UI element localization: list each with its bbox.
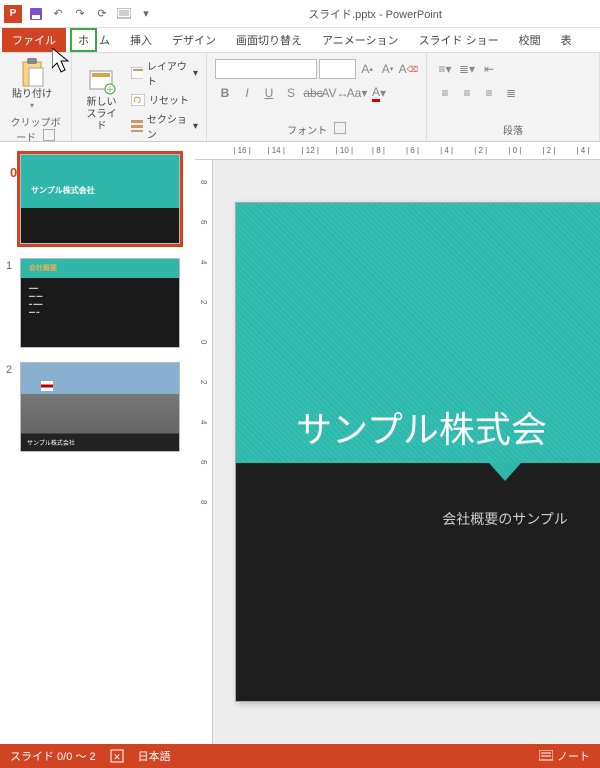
reset-button[interactable]: リセット xyxy=(129,91,200,108)
layout-button[interactable]: レイアウト▾ xyxy=(129,57,200,89)
save-icon[interactable] xyxy=(28,6,44,22)
tab-insert[interactable]: 挿入 xyxy=(120,28,162,52)
main-area: 0 サンプル株式会社 1 会社概要 ━━━━━ ━━━ ━━━━━ ━ 2 サン… xyxy=(0,142,600,744)
bullets-button[interactable]: ≡▾ xyxy=(435,59,455,79)
align-center-button[interactable]: ≡ xyxy=(457,83,477,103)
paste-button[interactable]: 貼り付け ▾ xyxy=(6,57,58,112)
powerpoint-icon: P xyxy=(4,5,22,23)
paste-icon xyxy=(18,59,46,87)
char-spacing-button[interactable]: AV↔ xyxy=(325,83,345,103)
notes-button[interactable]: ノート xyxy=(539,748,590,764)
thumb1-title: サンプル株式会社 xyxy=(31,185,95,196)
slide-subtitle[interactable]: 会社概要のサンプル xyxy=(236,509,600,529)
group-paragraph: ≡▾ ≣▾ ⇤ ≡ ≡ ≡ ≣ 段落 xyxy=(427,53,600,141)
tab-home-highlighted[interactable]: ホ xyxy=(70,28,97,52)
group-clipboard: 貼り付け ▾ クリップボード xyxy=(0,53,72,141)
tab-review[interactable]: 校閲 xyxy=(509,28,551,52)
thumbnail-1[interactable]: サンプル株式会社 xyxy=(6,154,189,244)
spellcheck-icon[interactable]: ✕ xyxy=(110,749,124,763)
tab-animations[interactable]: アニメーション xyxy=(312,28,409,52)
bold-button[interactable]: B xyxy=(215,83,235,103)
numbering-button[interactable]: ≣▾ xyxy=(457,59,477,79)
slide-title[interactable]: サンプル株式会 xyxy=(296,401,600,453)
undo-icon[interactable]: ↶ xyxy=(50,6,66,22)
font-color-button[interactable]: A▾ xyxy=(369,83,389,103)
tab-design[interactable]: デザイン xyxy=(162,28,226,52)
redo-icon[interactable]: ↷ xyxy=(72,6,88,22)
section-button[interactable]: セクション▾ xyxy=(129,110,200,142)
repeat-icon[interactable]: ⟳ xyxy=(94,6,110,22)
ribbon-tabs: ファイル ホ ム 挿入 デザイン 画面切り替え アニメーション スライド ショー… xyxy=(0,28,600,52)
font-group-label: フォント xyxy=(287,126,327,137)
window-title: スライド.pptx - PowerPoint xyxy=(154,6,596,22)
align-right-button[interactable]: ≡ xyxy=(479,83,499,103)
tab-file[interactable]: ファイル xyxy=(2,28,66,52)
layout-icon xyxy=(131,67,143,79)
new-slide-icon: ＋ xyxy=(88,67,116,95)
align-justify-button[interactable]: ≣ xyxy=(501,83,521,103)
font-dialog-launcher[interactable] xyxy=(334,122,346,134)
svg-text:＋: ＋ xyxy=(106,85,114,94)
increase-font-icon[interactable]: A▴ xyxy=(358,59,376,79)
slide-edit-area: | 16 || 14 || 12 || 10 || 8 || 6 || 4 ||… xyxy=(195,142,600,744)
annotation-zero: 0 xyxy=(10,165,17,180)
new-slide-button[interactable]: ＋ 新しい スライド xyxy=(78,57,125,142)
group-slides: ＋ 新しい スライド レイアウト▾ リセット セクション▾ スライド xyxy=(72,53,207,141)
horizontal-ruler: | 16 || 14 || 12 || 10 || 8 || 6 || 4 ||… xyxy=(195,142,600,160)
tab-slideshow[interactable]: スライド ショー xyxy=(409,28,509,52)
thumbnail-3[interactable]: 2 サンプル株式会社 xyxy=(6,362,189,452)
section-icon xyxy=(131,120,143,132)
reset-icon xyxy=(131,94,145,106)
ribbon: 貼り付け ▾ クリップボード ＋ 新しい スライド レイアウト▾ リセット セク… xyxy=(0,52,600,142)
thumbnail-2[interactable]: 1 会社概要 ━━━━━ ━━━ ━━━━━ ━ xyxy=(6,258,189,348)
align-left-button[interactable]: ≡ xyxy=(435,83,455,103)
clear-format-icon[interactable]: A⌫ xyxy=(399,59,418,79)
thumb3-num: 2 xyxy=(6,362,20,452)
font-size-select[interactable] xyxy=(319,59,356,79)
slide-canvas[interactable]: サンプル株式会 会社概要のサンプル xyxy=(235,202,600,702)
slide-position: スライド 0/0 ～ 2 xyxy=(10,748,96,764)
titlebar: P ↶ ↷ ⟳ ▾ スライド.pptx - PowerPoint xyxy=(0,0,600,28)
new-slide-label: 新しい スライド xyxy=(84,97,119,133)
statusbar: スライド 0/0 ～ 2 ✕ 日本語 ノート xyxy=(0,744,600,768)
group-font: A▴ A▾ A⌫ B I U S abc AV↔ Aa▾ A▾ フォント xyxy=(207,53,427,141)
notes-icon xyxy=(539,750,553,762)
font-family-select[interactable] xyxy=(215,59,317,79)
shadow-button[interactable]: S xyxy=(281,83,301,103)
indent-dec-button[interactable]: ⇤ xyxy=(479,59,499,79)
language-indicator[interactable]: 日本語 xyxy=(138,748,171,764)
start-slideshow-icon[interactable] xyxy=(116,6,132,22)
clipboard-dialog-launcher[interactable] xyxy=(43,129,55,141)
tab-home-suffix: ム xyxy=(99,28,120,52)
vertical-ruler: 864202468 xyxy=(195,160,213,744)
slide-thumbnail-panel[interactable]: 0 サンプル株式会社 1 会社概要 ━━━━━ ━━━ ━━━━━ ━ 2 サン… xyxy=(0,142,195,744)
italic-button[interactable]: I xyxy=(237,83,257,103)
qat-dropdown-icon[interactable]: ▾ xyxy=(138,6,154,22)
thumb2-heading: 会社概要 xyxy=(29,263,57,273)
svg-text:✕: ✕ xyxy=(113,752,121,762)
paragraph-group-label: 段落 xyxy=(433,120,593,137)
underline-button[interactable]: U xyxy=(259,83,279,103)
strike-button[interactable]: abc xyxy=(303,83,323,103)
tab-view[interactable]: 表 xyxy=(551,28,582,52)
thumb2-num: 1 xyxy=(6,258,20,348)
paste-label: 貼り付け xyxy=(12,89,52,101)
change-case-button[interactable]: Aa▾ xyxy=(347,83,367,103)
notch-icon xyxy=(489,463,521,481)
quick-access-toolbar: ↶ ↷ ⟳ ▾ xyxy=(28,6,154,22)
tab-transitions[interactable]: 画面切り替え xyxy=(226,28,312,52)
decrease-font-icon[interactable]: A▾ xyxy=(378,59,396,79)
